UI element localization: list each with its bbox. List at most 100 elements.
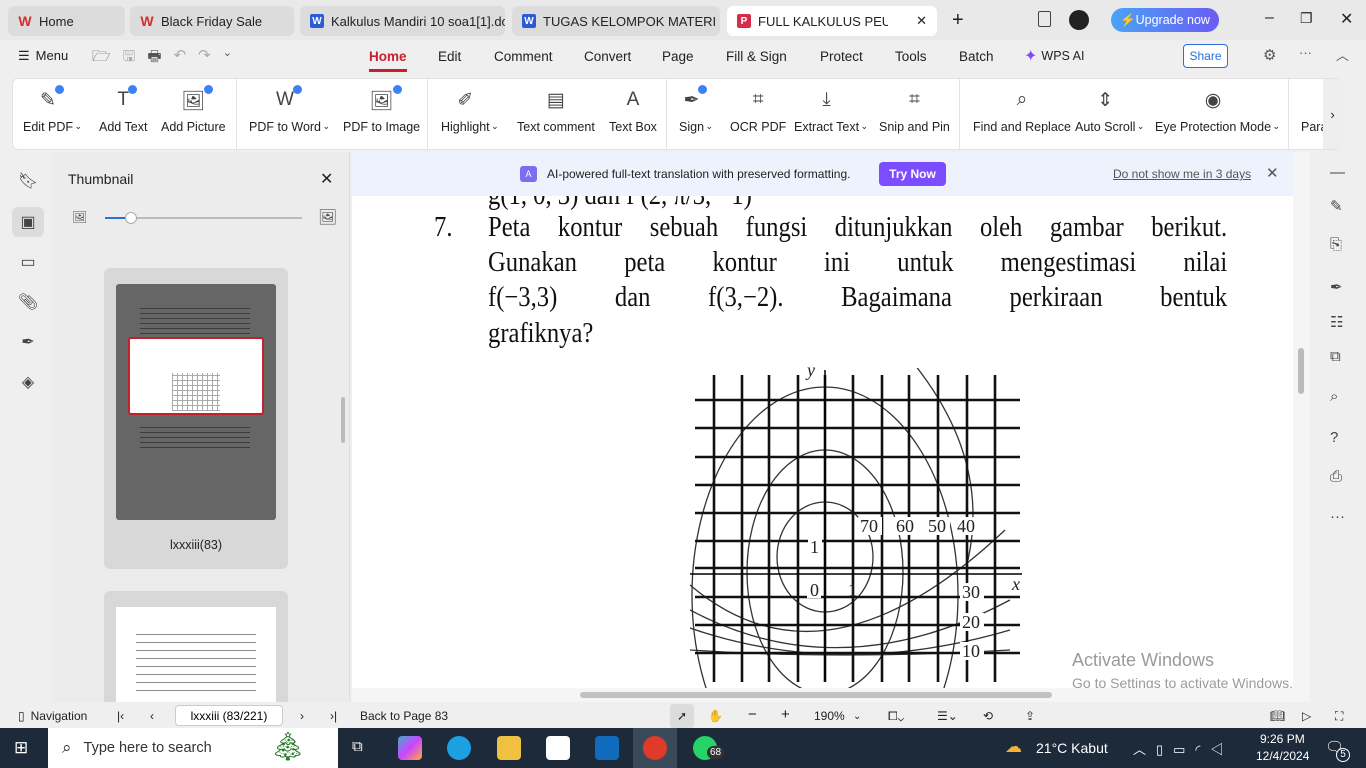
ribbon-pdf-to-image-button[interactable]: 🖼︎ PDF to Image xyxy=(343,85,420,134)
ribbon-ocr-pdf-button[interactable]: ⌗ OCR PDF xyxy=(730,89,786,134)
comment-icon[interactable]: ▭ xyxy=(12,247,44,277)
bookmark-icon[interactable]: 🔖︎ xyxy=(12,166,44,196)
next-page-icon[interactable]: › xyxy=(300,709,304,723)
zoom-dropdown-icon[interactable]: ⌄ xyxy=(853,711,861,722)
more-tools-icon[interactable]: ··· xyxy=(1330,508,1345,525)
page-number-input[interactable] xyxy=(175,705,283,726)
settings-icon[interactable]: ⚙ xyxy=(1263,46,1276,64)
try-now-button[interactable]: Try Now xyxy=(879,162,946,186)
ribbon-pdf-to-word-button[interactable]: W PDF to Word ⌄ xyxy=(249,85,330,134)
vertical-scrollbar[interactable] xyxy=(1293,152,1310,688)
copilot-icon[interactable] xyxy=(398,736,422,760)
last-page-icon[interactable]: ›| xyxy=(330,709,337,723)
more-icon[interactable]: ··· xyxy=(1299,45,1312,60)
edit-icon[interactable]: ✎ xyxy=(1330,197,1343,215)
menu-tab-tools[interactable]: Tools xyxy=(895,49,927,64)
menu-tab-page[interactable]: Page xyxy=(662,49,694,64)
ribbon-eye-protection-mode-button[interactable]: ◉ Eye Protection Mode ⌄ xyxy=(1155,89,1280,134)
ribbon-auto-scroll-button[interactable]: ⇕ Auto Scroll ⌄ xyxy=(1075,89,1144,134)
whatsapp-icon[interactable]: 68 xyxy=(693,736,725,760)
collapse-ribbon-icon[interactable]: ︿ xyxy=(1336,45,1349,64)
compress-icon[interactable]: ⧉ xyxy=(1330,348,1341,365)
save-icon[interactable]: 🖫 xyxy=(123,46,136,71)
redo-icon[interactable]: ↷ xyxy=(198,46,211,71)
undo-icon[interactable]: ↶ xyxy=(174,46,187,71)
ribbon-scroll-right-button[interactable]: › xyxy=(1323,79,1342,149)
tab-home[interactable]: W Home xyxy=(8,6,125,36)
menu-tab-edit[interactable]: Edit xyxy=(438,49,461,64)
print-icon[interactable]: 🖶 xyxy=(147,46,161,71)
close-banner-icon[interactable]: ✕ xyxy=(1266,164,1279,182)
fullscreen-icon[interactable]: ⛶ xyxy=(1335,709,1343,724)
tab-kalkulus-mandiri[interactable]: W Kalkulus Mandiri 10 soa1[1].docx xyxy=(300,6,505,36)
ribbon-find-and-replace-button[interactable]: ⌕ Find and Replace xyxy=(973,89,1071,134)
tablet-mode-icon[interactable] xyxy=(1038,11,1051,27)
search-icon[interactable]: ⌕ xyxy=(1330,388,1338,405)
ribbon-edit-pdf-button[interactable]: ✎ Edit PDF ⌄ xyxy=(23,85,82,134)
menu-tab-convert[interactable]: Convert xyxy=(584,49,631,64)
ribbon-text-comment-button[interactable]: ▤ Text comment xyxy=(517,89,595,134)
weather-text[interactable]: 21°C Kabut xyxy=(1036,740,1108,756)
panel-scrollbar[interactable] xyxy=(341,397,345,443)
new-tab-icon[interactable]: + xyxy=(952,9,964,32)
thumbnail-size-slider[interactable] xyxy=(105,212,302,224)
menu-tab-home[interactable]: Home xyxy=(369,49,407,72)
zoom-out-icon[interactable]: − xyxy=(748,706,757,723)
outlook-icon[interactable] xyxy=(595,736,619,760)
close-panel-icon[interactable]: ✕ xyxy=(320,169,333,189)
tab-tugas-kelompok[interactable]: W TUGAS KELOMPOK MATERI 1 xyxy=(512,6,720,36)
ribbon-text-box-button[interactable]: A Text Box xyxy=(609,89,657,134)
menu-tab-fill-sign[interactable]: Fill & Sign xyxy=(726,49,787,64)
layers-icon[interactable]: ◈ xyxy=(12,367,44,397)
ribbon-extract-text-button[interactable]: ⤓ Extract Text ⌄ xyxy=(794,89,868,134)
ribbon-add-text-button[interactable]: T Add Text xyxy=(99,85,147,134)
menu-tab-batch[interactable]: Batch xyxy=(959,49,994,64)
system-tray-icons[interactable]: ︿▯▭◜◁ xyxy=(1133,739,1233,758)
back-to-page-link[interactable]: Back to Page 83 xyxy=(360,709,448,723)
zoom-level[interactable]: 190% xyxy=(814,709,845,723)
close-window-icon[interactable]: ✕ xyxy=(1340,9,1353,29)
chevron-down-icon[interactable]: ⌄ xyxy=(223,46,232,71)
task-view-icon[interactable]: ⧉ xyxy=(352,738,363,755)
first-page-icon[interactable]: |‹ xyxy=(117,709,124,723)
ribbon-highlight-button[interactable]: ✐ Highlight ⌄ xyxy=(441,89,499,134)
zoom-in-icon[interactable]: + xyxy=(781,706,790,723)
ribbon-add-picture-button[interactable]: 🖼︎ Add Picture xyxy=(161,85,226,134)
reading-mode-icon[interactable]: 📖︎ xyxy=(1270,709,1285,723)
navigation-button[interactable]: ▯ Navigation xyxy=(18,709,87,723)
file-explorer-icon[interactable] xyxy=(497,736,521,760)
thumbnail-icon[interactable]: ▣ xyxy=(12,207,44,237)
prev-page-icon[interactable]: ‹ xyxy=(150,709,154,723)
open-folder-icon[interactable]: 🗁 xyxy=(92,46,111,71)
fit-page-icon[interactable]: ⧠⌄ xyxy=(888,709,904,724)
hand-tool-icon[interactable]: ✋ xyxy=(708,709,723,723)
menu-tab-protect[interactable]: Protect xyxy=(820,49,863,64)
menu-tab-comment[interactable]: Comment xyxy=(494,49,553,64)
wps-ai-button[interactable]: ✦ WPS AI xyxy=(1024,46,1084,66)
tab-full-kalkulus[interactable]: P FULL KALKULUS PEUBAH ✕ xyxy=(727,6,937,36)
horizontal-scrollbar[interactable] xyxy=(352,688,1310,702)
edge-icon[interactable] xyxy=(447,736,471,760)
signature-icon[interactable]: ✒ xyxy=(12,327,44,357)
ribbon-sign-button[interactable]: ✒ Sign ⌄ xyxy=(679,85,713,134)
columns-icon[interactable]: ☷ xyxy=(1330,313,1343,331)
rotate-icon[interactable]: ⟲ xyxy=(983,709,993,723)
page-layout-icon[interactable]: ☰⌄ xyxy=(937,709,958,723)
share-button[interactable]: Share xyxy=(1183,44,1228,68)
export-icon[interactable]: ⇪ xyxy=(1025,709,1035,723)
thumbnail-page-83[interactable]: lxxxiii(83) xyxy=(104,268,288,569)
clock-time[interactable]: 9:26 PM xyxy=(1260,732,1305,746)
help-icon[interactable]: ? xyxy=(1330,429,1338,446)
menu-button[interactable]: ☰ Menu xyxy=(18,48,68,64)
restore-icon[interactable]: ❐ xyxy=(1300,10,1313,27)
minimize-icon[interactable]: – xyxy=(1265,9,1274,27)
avatar[interactable] xyxy=(1069,10,1089,30)
ribbon-snip-and-pin-button[interactable]: ⌗ Snip and Pin xyxy=(879,89,950,134)
microsoft-store-icon[interactable] xyxy=(546,736,570,760)
wps-taskbar-button[interactable] xyxy=(633,728,677,768)
clock-date[interactable]: 12/4/2024 xyxy=(1256,749,1309,763)
thumbnail-page-84[interactable] xyxy=(104,591,288,702)
dismiss-link[interactable]: Do not show me in 3 days xyxy=(1113,167,1251,181)
feedback-icon[interactable]: ⎙ xyxy=(1330,468,1342,485)
select-tool-icon[interactable]: ➚ xyxy=(670,704,694,728)
